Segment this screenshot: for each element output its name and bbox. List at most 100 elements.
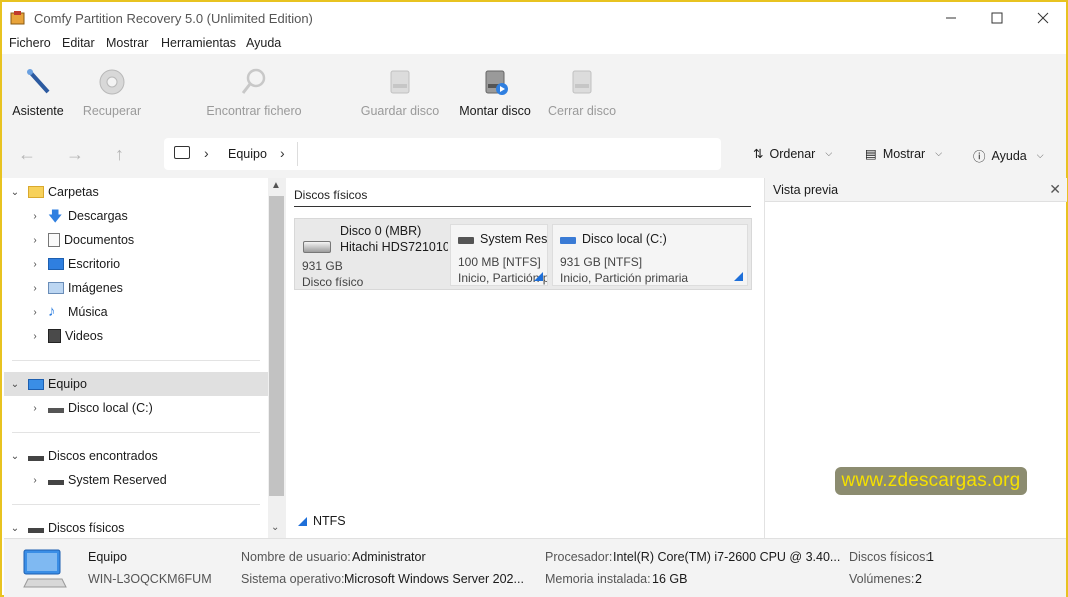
chevron-right-icon[interactable]: › [28, 307, 42, 318]
memory-key: Memoria instalada: [545, 572, 651, 586]
back-arrow-icon[interactable]: ← [18, 144, 36, 165]
physical-disk-card[interactable]: Disco 0 (MBR) Hitachi HDS721010C 931 GB … [294, 218, 752, 290]
magnifier-icon [241, 68, 266, 94]
user-value: Administrator [352, 550, 426, 564]
chevron-right-icon[interactable]: › [28, 475, 42, 486]
chevron-right-icon[interactable]: › [28, 283, 42, 294]
tree-item-local-disk[interactable]: › Disco local (C:) [4, 396, 268, 420]
download-icon: 🡇 [48, 208, 63, 224]
chevron-right-icon[interactable]: › [280, 145, 285, 161]
document-icon [48, 233, 60, 247]
tree-item-downloads[interactable]: › 🡇 Descargas [4, 204, 268, 228]
close-disk-icon [572, 70, 592, 94]
chevron-down-icon[interactable]: ⌄ [8, 523, 22, 534]
mount-disk-icon [485, 70, 508, 95]
menu-file[interactable]: Fichero [9, 36, 51, 50]
menu-tools[interactable]: Herramientas [161, 36, 236, 50]
chevron-right-icon: › [204, 145, 209, 161]
tree-folders-header[interactable]: ⌄ Carpetas [4, 180, 268, 204]
tree-item-music[interactable]: › ♪ Música [4, 300, 268, 324]
close-disk-button[interactable]: Cerrar disco [548, 66, 616, 126]
tree-computer-header[interactable]: ⌄ Equipo [4, 372, 268, 396]
toolbar: Asistente Recuperar Encontrar fichero Gu… [2, 54, 1066, 130]
tree-physical-header[interactable]: ⌄ Discos físicos [4, 516, 268, 538]
chevron-down-icon: ⌵ [1036, 150, 1044, 160]
close-icon[interactable]: ✕ [1049, 181, 1061, 198]
section-title: Discos físicos [294, 188, 368, 202]
partition-system-reserved[interactable]: System Reserved 100 MB [NTFS] Inicio, Pa… [450, 224, 548, 286]
tree-item-desktop[interactable]: › Escritorio [4, 252, 268, 276]
windows-drive-icon [560, 237, 576, 244]
view-button[interactable]: ▤ Mostrar ⌵ [865, 146, 943, 162]
menu-view[interactable]: Mostrar [106, 36, 148, 50]
menu-edit[interactable]: Editar [62, 36, 95, 50]
up-arrow-icon[interactable]: ↑ [115, 144, 124, 165]
film-icon [48, 329, 61, 343]
tree-item-pictures[interactable]: › Imágenes [4, 276, 268, 300]
wizard-button[interactable]: Asistente [12, 66, 64, 126]
recover-button[interactable]: Recuperar [82, 66, 142, 126]
drive-icon [28, 523, 44, 533]
tree-item-documents[interactable]: › Documentos [4, 228, 268, 252]
chevron-right-icon[interactable]: › [28, 211, 42, 222]
chevron-down-icon: ⌵ [825, 148, 833, 158]
chevron-down-icon: ⌵ [935, 148, 943, 158]
physical-disks-value: 1 [927, 550, 934, 564]
maximize-button[interactable] [974, 2, 1020, 34]
scroll-up-icon[interactable]: ▲ [271, 180, 281, 191]
wand-icon [27, 69, 50, 94]
tree-found-header[interactable]: ⌄ Discos encontrados [4, 444, 268, 468]
ntfs-marker-icon [734, 272, 743, 281]
save-disk-icon [390, 70, 410, 94]
mount-disk-button[interactable]: Montar disco [458, 66, 532, 126]
save-disk-button[interactable]: Guardar disco [361, 66, 439, 126]
find-file-button[interactable]: Encontrar fichero [206, 66, 302, 126]
minimize-icon [946, 17, 956, 19]
folder-icon [28, 186, 44, 198]
desktop-icon [48, 258, 64, 270]
chevron-down-icon[interactable]: ⌄ [8, 187, 22, 198]
chevron-right-icon[interactable]: › [28, 235, 42, 246]
menu-help[interactable]: Ayuda [246, 36, 281, 50]
folder-tree: ⌄ Carpetas › 🡇 Descargas › Documentos › … [4, 178, 268, 538]
minimize-button[interactable] [928, 2, 974, 34]
preview-header: Vista previa ✕ [765, 178, 1067, 202]
tree-item-system-reserved[interactable]: › System Reserved [4, 468, 268, 492]
window-title: Comfy Partition Recovery 5.0 (Unlimited … [34, 11, 313, 26]
disk-view: Discos físicos Disco 0 (MBR) Hitachi HDS… [286, 178, 764, 538]
volumes-value: 2 [915, 572, 922, 586]
close-button[interactable] [1020, 2, 1066, 34]
pictures-icon [48, 282, 64, 294]
help-icon: ⓘ [973, 150, 986, 164]
scrollbar-thumb[interactable] [269, 196, 284, 496]
sort-button[interactable]: ⇅ Ordenar ⌵ [753, 146, 833, 162]
computer-label: Equipo [88, 550, 127, 564]
drive-icon [48, 475, 64, 485]
chevron-right-icon[interactable]: › [28, 331, 42, 342]
ntfs-legend-icon [298, 516, 307, 526]
cpu-value: Intel(R) Core(TM) i7-2600 CPU @ 3.40... [613, 550, 841, 564]
section-underline [294, 206, 751, 207]
help-button[interactable]: ⓘ Ayuda ⌵ [973, 146, 1044, 165]
partition-local-disk-c[interactable]: Disco local (C:) 931 GB [NTFS] Inicio, P… [552, 224, 748, 286]
app-logo-icon [10, 11, 25, 25]
tree-scrollbar[interactable]: ▲ ⌄ [268, 178, 286, 538]
tree-item-videos[interactable]: › Videos [4, 324, 268, 348]
breadcrumb[interactable]: Equipo [228, 147, 267, 161]
chevron-right-icon[interactable]: › [28, 403, 42, 414]
menu-bar: Fichero Editar Mostrar Herramientas Ayud… [2, 34, 1066, 54]
address-bar[interactable]: › Equipo › [164, 138, 721, 170]
forward-arrow-icon[interactable]: → [66, 144, 84, 165]
tree-divider [12, 360, 260, 361]
physical-disks-key: Discos físicos: [849, 550, 929, 564]
maximize-icon [991, 12, 1003, 24]
music-note-icon: ♪ [48, 303, 56, 320]
chevron-down-icon[interactable]: ⌄ [8, 451, 22, 462]
view-list-icon: ▤ [865, 147, 877, 161]
preview-title: Vista previa [773, 183, 839, 197]
tree-divider [12, 504, 260, 505]
drive-icon [48, 403, 64, 413]
chevron-down-icon[interactable]: ⌄ [8, 379, 22, 390]
scroll-down-icon[interactable]: ⌄ [271, 522, 279, 533]
chevron-right-icon[interactable]: › [28, 259, 42, 270]
